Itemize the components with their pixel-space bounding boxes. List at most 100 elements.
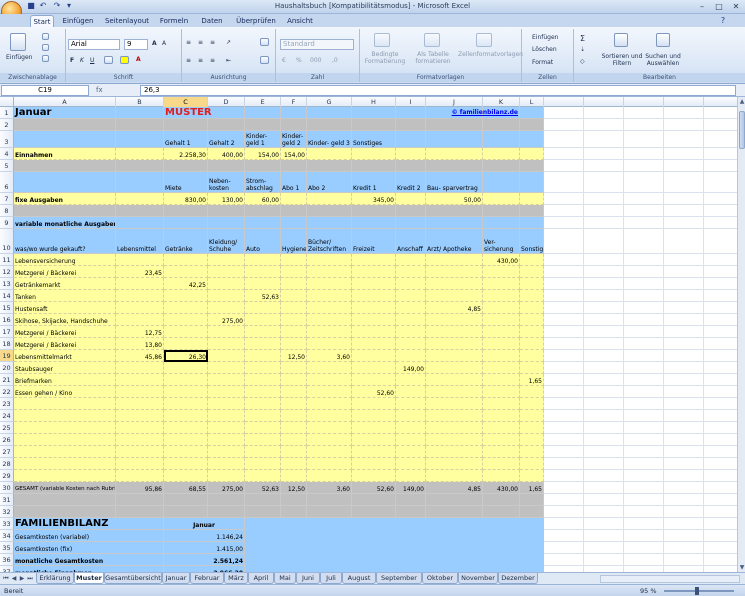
- currency-icon[interactable]: €: [282, 57, 286, 64]
- cell-e20[interactable]: [245, 362, 281, 374]
- row-header[interactable]: 20: [0, 362, 14, 374]
- empty-cell[interactable]: [584, 193, 624, 205]
- summary-value[interactable]: 2.561,24: [164, 554, 245, 566]
- empty-cell[interactable]: [624, 530, 664, 542]
- format-as-table-icon[interactable]: [424, 33, 440, 47]
- column-header-c[interactable]: C: [164, 97, 208, 107]
- empty-cell[interactable]: [584, 482, 624, 494]
- empty-cell[interactable]: [544, 254, 584, 266]
- row-header[interactable]: 30: [0, 482, 14, 494]
- cell-b30[interactable]: 95,86: [116, 482, 164, 494]
- website-link[interactable]: © familienbilanz.de: [426, 107, 520, 119]
- column-header-k[interactable]: K: [483, 97, 520, 107]
- empty-cell[interactable]: [584, 205, 624, 217]
- cell-l18[interactable]: [520, 338, 544, 350]
- cut-icon[interactable]: [42, 33, 49, 40]
- column-header-extra[interactable]: [664, 97, 704, 107]
- empty-cell[interactable]: [704, 386, 737, 398]
- empty-cell[interactable]: [544, 205, 584, 217]
- cell-j29[interactable]: [426, 470, 483, 482]
- row-header[interactable]: 15: [0, 302, 14, 314]
- cell-k28[interactable]: [483, 458, 520, 470]
- cell-h8[interactable]: [352, 205, 396, 217]
- empty-cell[interactable]: [664, 314, 704, 326]
- cell-c8[interactable]: [164, 205, 208, 217]
- cell-l5[interactable]: [520, 160, 544, 172]
- empty-cell[interactable]: [704, 314, 737, 326]
- column-header-i[interactable]: I: [396, 97, 426, 107]
- empty-cell[interactable]: [544, 131, 584, 148]
- cell-b17[interactable]: 12,75: [116, 326, 164, 338]
- row-header[interactable]: 27: [0, 446, 14, 458]
- cell-a14[interactable]: Tanken: [14, 290, 116, 302]
- cell-a16[interactable]: Skihose, Skijacke, Handschuhe: [14, 314, 116, 326]
- empty-cell[interactable]: [664, 362, 704, 374]
- cell-l25[interactable]: [520, 422, 544, 434]
- cell-i16[interactable]: [396, 314, 426, 326]
- empty-cell[interactable]: [664, 193, 704, 205]
- empty-cell[interactable]: [704, 482, 737, 494]
- cell-e30[interactable]: 52,63: [245, 482, 281, 494]
- empty-cell[interactable]: [544, 386, 584, 398]
- grow-font-icon[interactable]: A: [152, 40, 157, 47]
- summary-label[interactable]: FAMILIENBILANZ: [14, 518, 164, 530]
- cell-a5[interactable]: [14, 160, 116, 172]
- cell-j12[interactable]: [426, 266, 483, 278]
- font-size-select[interactable]: 9: [124, 39, 148, 50]
- tab-seitenlayout[interactable]: Seitenlayout: [104, 15, 150, 27]
- cell-c1[interactable]: MUSTER: [164, 107, 245, 119]
- row-header[interactable]: 14: [0, 290, 14, 302]
- empty-cell[interactable]: [584, 518, 624, 530]
- cell-e4[interactable]: 154,00: [245, 148, 281, 160]
- cell-b23[interactable]: [116, 398, 164, 410]
- fill-color-icon[interactable]: [120, 56, 129, 64]
- cell-b29[interactable]: [116, 470, 164, 482]
- row-header[interactable]: 10: [0, 229, 14, 254]
- column-header-j[interactable]: J: [426, 97, 483, 107]
- cell-b5[interactable]: [116, 160, 164, 172]
- cell-f21[interactable]: [281, 374, 307, 386]
- cell-h32[interactable]: [352, 506, 396, 518]
- cell-g21[interactable]: [307, 374, 352, 386]
- cell-j23[interactable]: [426, 398, 483, 410]
- cell-e25[interactable]: [245, 422, 281, 434]
- empty-cell[interactable]: [664, 542, 704, 554]
- empty-cell[interactable]: [584, 338, 624, 350]
- column-header-d[interactable]: D: [208, 97, 245, 107]
- cell-a17[interactable]: Metzgerei / Bäckerei: [14, 326, 116, 338]
- cell-f32[interactable]: [281, 506, 307, 518]
- cell-i3[interactable]: [396, 131, 426, 148]
- cell-k8[interactable]: [483, 205, 520, 217]
- cell-j21[interactable]: [426, 374, 483, 386]
- cell-c19[interactable]: 26,30: [164, 350, 208, 362]
- last-sheet-icon[interactable]: ⏭: [26, 574, 34, 584]
- empty-cell[interactable]: [544, 350, 584, 362]
- empty-cell[interactable]: [544, 410, 584, 422]
- empty-cell[interactable]: [664, 350, 704, 362]
- empty-cell[interactable]: [584, 374, 624, 386]
- select-all-corner[interactable]: [0, 97, 14, 107]
- cell-e27[interactable]: [245, 446, 281, 458]
- cell-j13[interactable]: [426, 278, 483, 290]
- cell-i1[interactable]: [396, 107, 426, 119]
- empty-cell[interactable]: [704, 338, 737, 350]
- cell-e5[interactable]: [245, 160, 281, 172]
- cell-d14[interactable]: [208, 290, 245, 302]
- empty-cell[interactable]: [624, 148, 664, 160]
- row-header[interactable]: 29: [0, 470, 14, 482]
- cell-l22[interactable]: [520, 386, 544, 398]
- cell-f19[interactable]: 12,50: [281, 350, 307, 362]
- cell-c16[interactable]: [164, 314, 208, 326]
- cell-e32[interactable]: [245, 506, 281, 518]
- empty-cell[interactable]: [544, 398, 584, 410]
- cell-k7[interactable]: [483, 193, 520, 205]
- sheet-tab[interactable]: April: [248, 573, 274, 584]
- row-header[interactable]: 22: [0, 386, 14, 398]
- cell-h19[interactable]: [352, 350, 396, 362]
- empty-cell[interactable]: [664, 458, 704, 470]
- empty-cell[interactable]: [584, 131, 624, 148]
- empty-cell[interactable]: [544, 470, 584, 482]
- cell-i20[interactable]: 149,00: [396, 362, 426, 374]
- cell-j2[interactable]: [426, 119, 483, 131]
- cell-k15[interactable]: [483, 302, 520, 314]
